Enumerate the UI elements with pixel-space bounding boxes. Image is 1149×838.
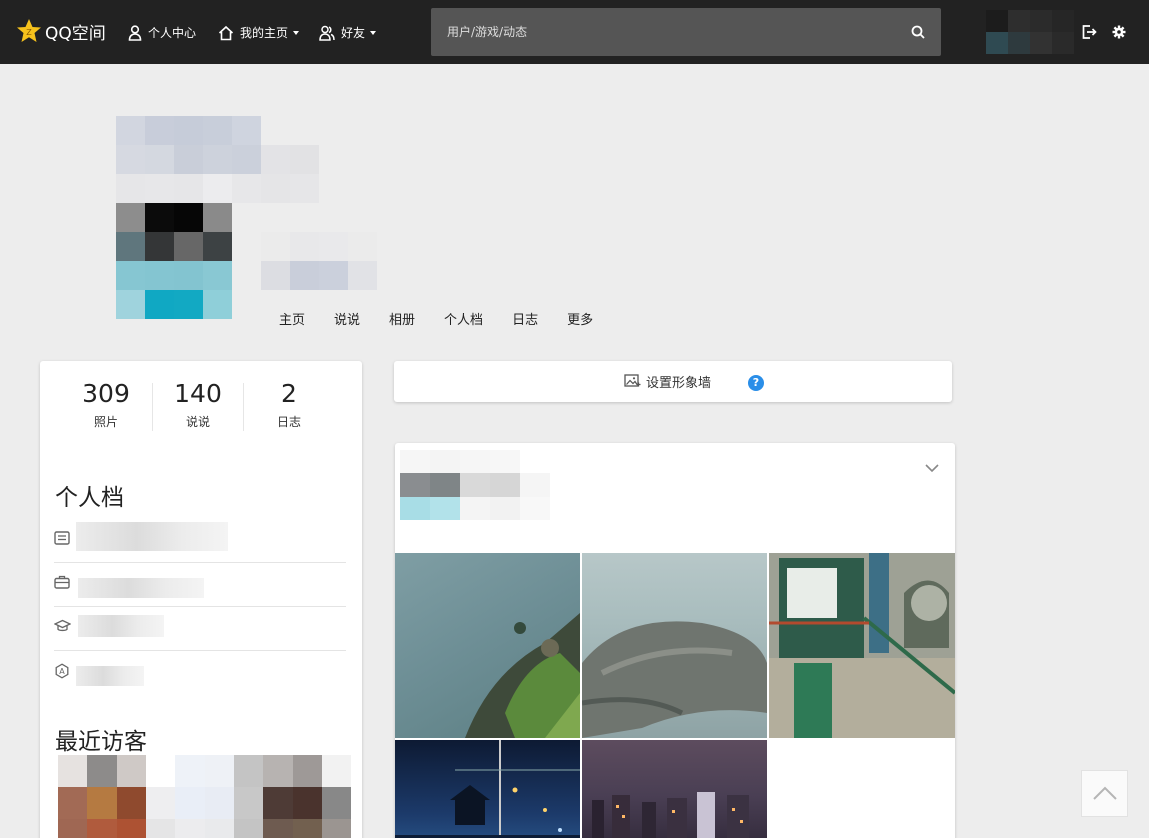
blurred-text	[78, 578, 204, 598]
profile-avatar[interactable]	[116, 203, 232, 319]
image-wall-card: 设置形象墙 ?	[394, 361, 952, 402]
home-icon	[218, 25, 234, 40]
top-navigation-bar: Z QQ空间 个人中心 我的主页 好友	[0, 0, 1149, 64]
tab-shuoshuo[interactable]: 说说	[334, 309, 360, 328]
stat-blogs[interactable]: 2 日志	[244, 379, 334, 430]
gear-icon[interactable]	[1111, 24, 1127, 40]
friends-icon	[319, 25, 335, 41]
tab-blog[interactable]: 日志	[512, 309, 538, 328]
stat-photos-count: 309	[82, 379, 130, 408]
profile-row-zodiac: A	[54, 651, 346, 695]
tab-album[interactable]: 相册	[389, 309, 415, 328]
blurred-text	[78, 615, 164, 637]
post-photo[interactable]	[582, 553, 767, 738]
post-photo[interactable]	[395, 740, 580, 838]
person-icon	[128, 24, 142, 41]
nav-my-homepage[interactable]: 我的主页	[218, 24, 300, 41]
stat-photos[interactable]: 309 照片	[61, 379, 151, 430]
qzone-logo[interactable]: Z QQ空间	[16, 18, 106, 44]
search-box[interactable]	[431, 8, 941, 56]
profile-row-work	[54, 563, 346, 607]
stat-shuoshuo[interactable]: 140 说说	[153, 379, 243, 430]
help-icon[interactable]: ?	[748, 375, 764, 391]
svg-text:A: A	[59, 667, 65, 676]
id-card-icon	[54, 531, 70, 545]
set-image-wall-label: 设置形象墙	[646, 376, 712, 391]
tab-more[interactable]: 更多	[567, 309, 593, 328]
photo-content	[395, 740, 580, 838]
profile-name-blurred	[116, 116, 348, 203]
profile-section-title: 个人档	[55, 485, 124, 511]
back-to-top-button[interactable]	[1081, 770, 1128, 817]
post-photo[interactable]	[769, 553, 955, 738]
nav-friends-label: 好友	[341, 26, 366, 40]
photo-content	[582, 621, 767, 738]
image-wall-icon	[624, 374, 641, 387]
tab-profile[interactable]: 个人档	[444, 309, 483, 328]
qzone-star-icon: Z	[17, 19, 41, 42]
user-avatar-small[interactable]	[986, 10, 1074, 54]
profile-row-bio	[54, 519, 346, 563]
visitor-avatar[interactable]	[234, 755, 351, 838]
zodiac-icon: A	[55, 663, 69, 679]
chevron-down-icon	[293, 30, 300, 35]
post-photo[interactable]	[395, 553, 580, 738]
blurred-text	[76, 666, 144, 686]
logout-icon[interactable]	[1081, 24, 1097, 40]
stat-shuoshuo-label: 说说	[185, 415, 210, 429]
nav-personal-center-label: 个人中心	[148, 26, 197, 40]
photo-content	[592, 792, 749, 838]
profile-row-school	[54, 607, 346, 651]
visitor-avatar[interactable]	[58, 755, 146, 838]
visitor-avatar[interactable]	[146, 755, 234, 838]
briefcase-icon	[54, 575, 70, 589]
nav-friends[interactable]: 好友	[319, 24, 377, 41]
stat-photos-label: 照片	[93, 415, 118, 429]
feed-post-card	[395, 443, 955, 838]
stat-blogs-count: 2	[281, 379, 297, 408]
chevron-up-icon	[1093, 786, 1117, 800]
profile-signature-blurred	[261, 232, 377, 290]
tab-home[interactable]: 主页	[279, 309, 305, 328]
chevron-down-icon[interactable]	[925, 464, 939, 473]
post-author-blurred	[400, 450, 550, 520]
blurred-text	[76, 522, 228, 551]
stat-blogs-label: 日志	[276, 415, 301, 429]
post-photo[interactable]	[582, 740, 767, 838]
search-icon[interactable]	[911, 25, 925, 39]
profile-sidebar-card: 309 照片 140 说说 2 日志 个人档 A 最近访客	[40, 361, 362, 838]
nav-my-homepage-label: 我的主页	[240, 26, 289, 40]
profile-tabs: 主页 说说 相册 个人档 日志 更多	[279, 309, 622, 328]
chevron-down-icon	[370, 30, 377, 35]
recent-visitors-title: 最近访客	[55, 729, 147, 755]
nav-personal-center[interactable]: 个人中心	[128, 24, 196, 41]
graduation-cap-icon	[54, 619, 71, 632]
logo-text: QQ空间	[45, 23, 106, 44]
photo-content	[769, 553, 955, 738]
stat-shuoshuo-count: 140	[174, 379, 222, 408]
set-image-wall-button[interactable]: 设置形象墙	[624, 372, 711, 391]
photo-content	[465, 613, 580, 738]
search-input[interactable]	[431, 8, 941, 56]
svg-text:Z: Z	[26, 28, 32, 37]
